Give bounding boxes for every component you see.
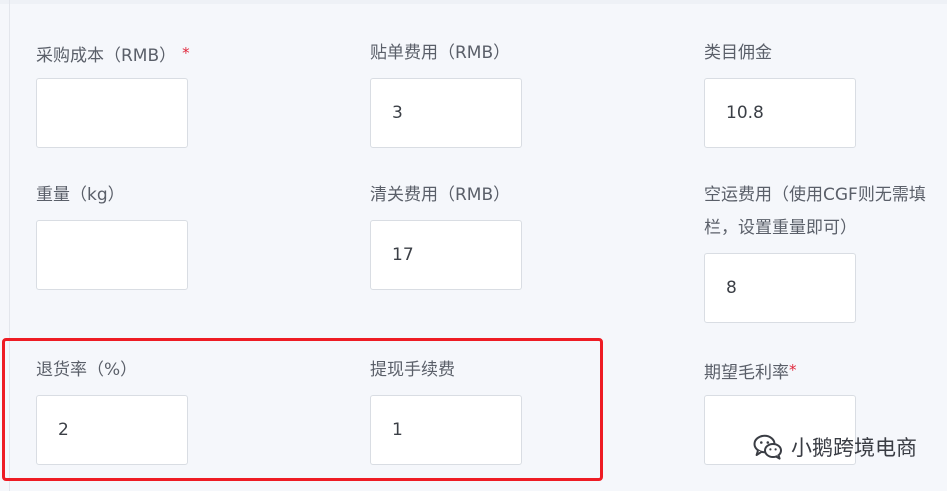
customs-fee-label: 清关费用（RMB）: [370, 185, 511, 205]
required-mark: *: [182, 44, 190, 62]
watermark: 小鹅跨境电商: [753, 432, 917, 462]
top-edge: [0, 0, 947, 4]
labeling-fee-label: 贴单费用（RMB）: [370, 43, 511, 63]
wechat-icon: [753, 434, 783, 460]
category-commission-label: 类目佣金: [704, 43, 772, 63]
customs-fee-input[interactable]: [370, 220, 522, 290]
air-freight-label: 空运费用（使用CGF则无需填栏，设置重量即可）: [704, 185, 926, 238]
required-mark: *: [789, 361, 797, 379]
highlight-box: [2, 338, 603, 481]
expected-margin-label: 期望毛利率*: [704, 361, 797, 383]
purchase-cost-label: 采购成本（RMB） *: [36, 44, 190, 66]
weight-input[interactable]: [36, 220, 188, 290]
labeling-fee-input[interactable]: [370, 78, 522, 148]
purchase-cost-input[interactable]: [36, 78, 188, 148]
weight-label: 重量（kg）: [36, 185, 125, 205]
watermark-text: 小鹅跨境电商: [791, 436, 917, 460]
category-commission-input[interactable]: [704, 78, 856, 148]
air-freight-input[interactable]: [704, 253, 856, 323]
